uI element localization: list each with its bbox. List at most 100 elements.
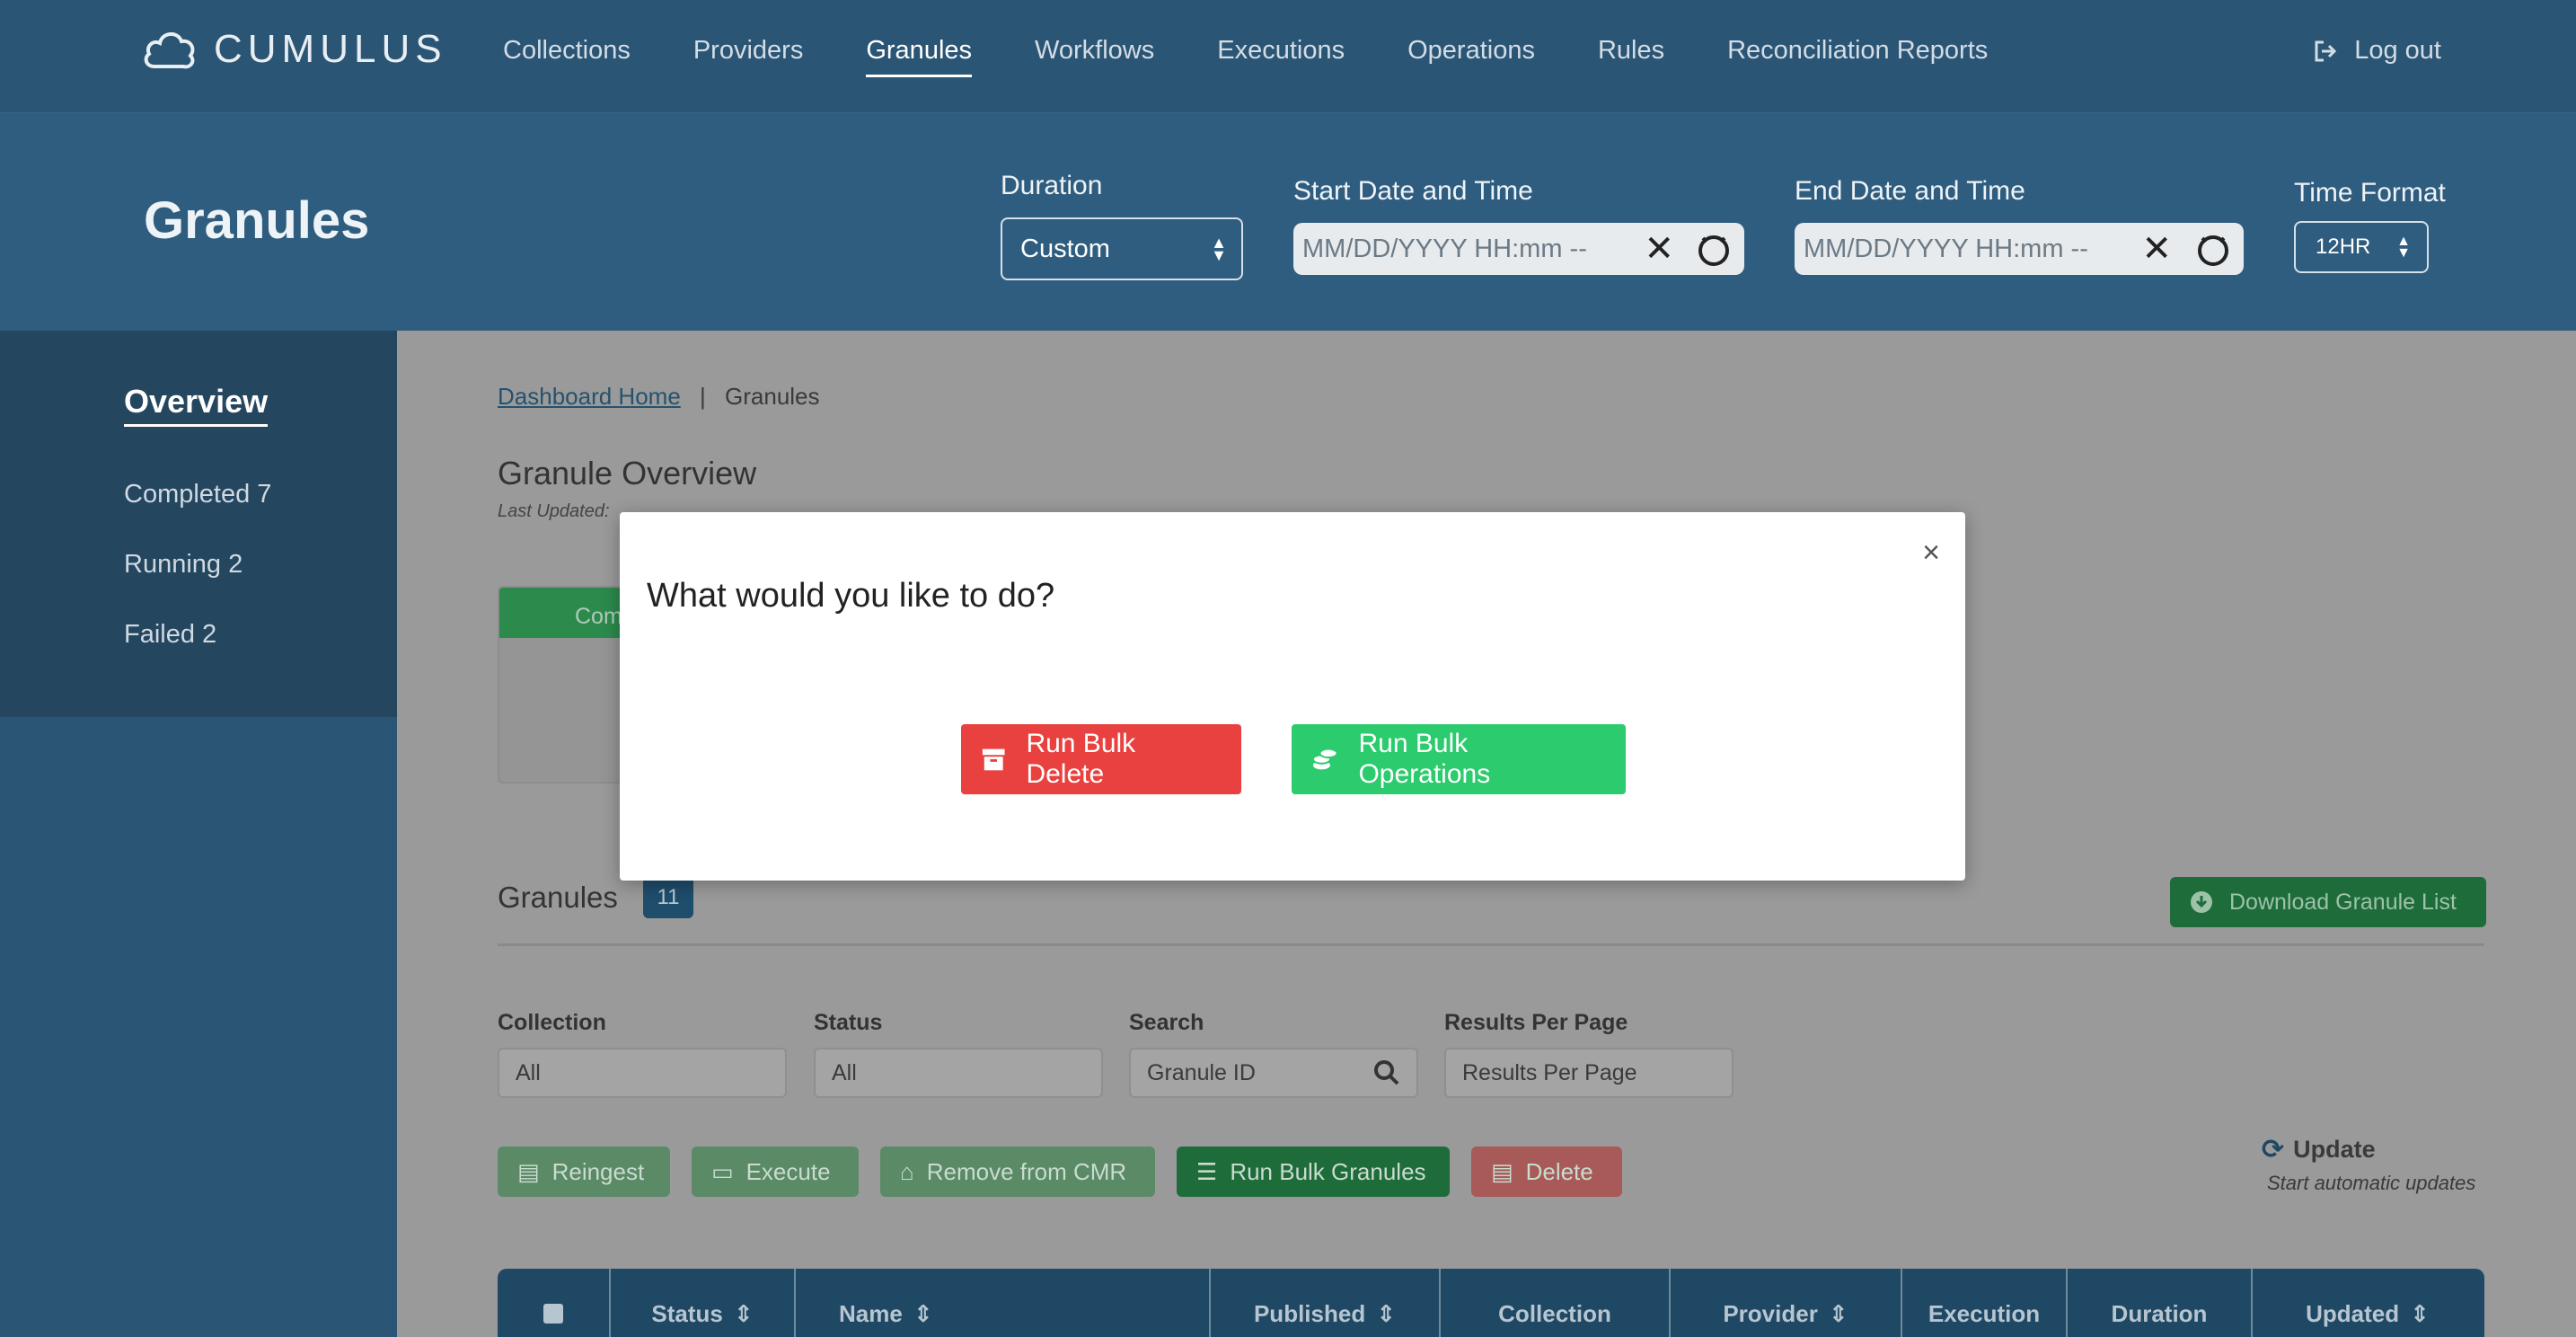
update-button[interactable]: ⟳ Update <box>2262 1134 2376 1165</box>
download-label: Download Granule List <box>2229 889 2457 915</box>
top-navigation: CUMULUS Collections Providers Granules W… <box>0 0 2576 113</box>
nav-providers[interactable]: Providers <box>693 36 804 77</box>
column-collection-label: Collection <box>1498 1299 1611 1327</box>
end-date-label: End Date and Time <box>1795 176 2025 206</box>
start-date-label: Start Date and Time <box>1293 176 1533 206</box>
column-name-label: Name <box>839 1299 903 1327</box>
end-date-placeholder: MM/DD/YYYY HH:mm -- <box>1804 234 2088 263</box>
granule-overview-title: Granule Overview <box>498 455 757 491</box>
archive-icon <box>982 748 1005 771</box>
clock-icon[interactable] <box>1696 231 1732 267</box>
start-date-input[interactable]: MM/DD/YYYY HH:mm -- ✕ <box>1293 223 1744 275</box>
column-provider[interactable]: Provider ⇕ <box>1671 1269 1902 1337</box>
sort-icon: ⇕ <box>1828 1299 1848 1327</box>
remove-from-cmr-label: Remove from CMR <box>926 1157 1127 1185</box>
start-date-placeholder: MM/DD/YYYY HH:mm -- <box>1302 234 1587 263</box>
reingest-label: Reingest <box>551 1157 645 1185</box>
nav-reconciliation-reports[interactable]: Reconciliation Reports <box>1727 36 1988 77</box>
clear-start-icon[interactable]: ✕ <box>1644 228 1674 270</box>
nav-collections[interactable]: Collections <box>503 36 631 77</box>
update-label: Update <box>2293 1136 2376 1163</box>
duration-label: Duration <box>1001 171 1103 200</box>
delete-button[interactable]: ▤ Delete <box>1471 1147 1622 1197</box>
status-filter-label: Status <box>814 1010 883 1035</box>
end-date-input[interactable]: MM/DD/YYYY HH:mm -- ✕ <box>1795 223 2244 275</box>
select-all-checkbox[interactable] <box>543 1304 563 1324</box>
column-duration: Duration <box>2068 1269 2253 1337</box>
results-per-page-placeholder: Results Per Page <box>1462 1059 1637 1085</box>
clock-icon[interactable] <box>2195 231 2231 267</box>
breadcrumb-home[interactable]: Dashboard Home <box>498 383 681 410</box>
clear-end-icon[interactable]: ✕ <box>2141 228 2172 270</box>
column-published-label: Published <box>1253 1299 1366 1327</box>
column-collection: Collection <box>1441 1269 1671 1337</box>
download-granule-list-button[interactable]: Download Granule List <box>2170 877 2486 927</box>
sort-icon: ⇕ <box>1376 1299 1397 1327</box>
run-bulk-operations-label: Run Bulk Operations <box>1358 729 1491 789</box>
close-icon[interactable]: × <box>1922 536 1940 571</box>
cloud-icon <box>144 32 195 69</box>
sidebar-title-overview[interactable]: Overview <box>124 383 269 427</box>
sidebar-item-failed[interactable]: Failed 2 <box>124 620 216 650</box>
granule-search-input[interactable]: Granule ID <box>1129 1048 1418 1098</box>
status-card-label: Com <box>575 604 622 629</box>
run-bulk-delete-label: Run Bulk Delete <box>1026 729 1136 789</box>
section-divider <box>498 943 2484 946</box>
nav-executions[interactable]: Executions <box>1217 36 1345 77</box>
nav-operations[interactable]: Operations <box>1407 36 1535 77</box>
column-name[interactable]: Name ⇕ <box>796 1269 1211 1337</box>
select-arrows-icon: ▲ ▼ <box>1211 234 1227 264</box>
duration-value: Custom <box>1020 234 1110 263</box>
breadcrumb-separator: | <box>700 383 706 410</box>
download-icon <box>2191 891 2212 913</box>
sidebar-item-running[interactable]: Running 2 <box>124 550 243 580</box>
page-title: Granules <box>144 191 370 250</box>
run-bulk-granules-button[interactable]: ☰ Run Bulk Granules <box>1177 1147 1450 1197</box>
run-bulk-delete-button[interactable]: Run Bulk Delete <box>961 724 1241 794</box>
column-updated[interactable]: Updated ⇕ <box>2253 1269 2483 1337</box>
coins-icon <box>1311 748 1338 770</box>
breadcrumb-current: Granules <box>725 383 820 410</box>
sidebar-fill <box>0 717 397 1337</box>
table-header: Status ⇕ Name ⇕ Published ⇕ Collection Prov… <box>498 1269 2484 1337</box>
time-format-value: 12HR <box>2316 235 2371 259</box>
time-format-select[interactable]: 12HR ▲ ▼ <box>2294 221 2429 273</box>
nav-granules[interactable]: Granules <box>866 36 973 77</box>
logout-button[interactable]: Log out <box>2313 36 2441 66</box>
status-filter[interactable]: All <box>814 1048 1103 1098</box>
granule-count: 11 <box>657 885 680 909</box>
nav-workflows[interactable]: Workflows <box>1035 36 1154 77</box>
logout-label: Log out <box>2354 36 2441 65</box>
last-updated: Last Updated: <box>498 501 610 521</box>
column-status[interactable]: Status ⇕ <box>611 1269 796 1337</box>
collection-filter[interactable]: All <box>498 1048 787 1098</box>
logout-icon <box>2315 40 2337 61</box>
run-bulk-operations-button[interactable]: Run Bulk Operations <box>1292 724 1626 794</box>
sort-icon: ⇕ <box>2410 1299 2430 1327</box>
column-execution: Execution <box>1902 1269 2068 1337</box>
nav-rules[interactable]: Rules <box>1598 36 1664 77</box>
search-placeholder: Granule ID <box>1147 1059 1256 1085</box>
update-subtext: Start automatic updates <box>2267 1172 2476 1194</box>
logo[interactable]: CUMULUS <box>142 27 447 72</box>
search-icon[interactable] <box>1373 1059 1400 1086</box>
reingest-button[interactable]: ▤ Reingest <box>498 1147 670 1197</box>
refresh-icon: ⟳ <box>2262 1135 2285 1164</box>
remove-from-cmr-button[interactable]: ⌂ Remove from CMR <box>880 1147 1155 1197</box>
column-provider-label: Provider <box>1723 1299 1818 1327</box>
breadcrumb: Dashboard Home | Granules <box>498 383 820 411</box>
results-per-page-label: Results Per Page <box>1444 1010 1628 1035</box>
laptop-icon: ▭ <box>711 1157 734 1185</box>
select-all-checkbox-cell[interactable] <box>498 1269 611 1337</box>
execute-button[interactable]: ▭ Execute <box>692 1147 859 1197</box>
duration-select[interactable]: Custom ▲ ▼ <box>1001 217 1243 280</box>
status-card-header: Com <box>499 588 622 638</box>
column-status-label: Status <box>651 1299 723 1327</box>
select-arrows-icon: ▲ ▼ <box>2396 234 2411 261</box>
column-published[interactable]: Published ⇕ <box>1211 1269 1441 1337</box>
column-duration-label: Duration <box>2111 1299 2208 1327</box>
results-per-page-input[interactable]: Results Per Page <box>1444 1048 1734 1098</box>
column-execution-label: Execution <box>1928 1299 2041 1327</box>
sidebar-item-completed[interactable]: Completed 7 <box>124 480 271 509</box>
delete-label: Delete <box>1525 1157 1593 1185</box>
